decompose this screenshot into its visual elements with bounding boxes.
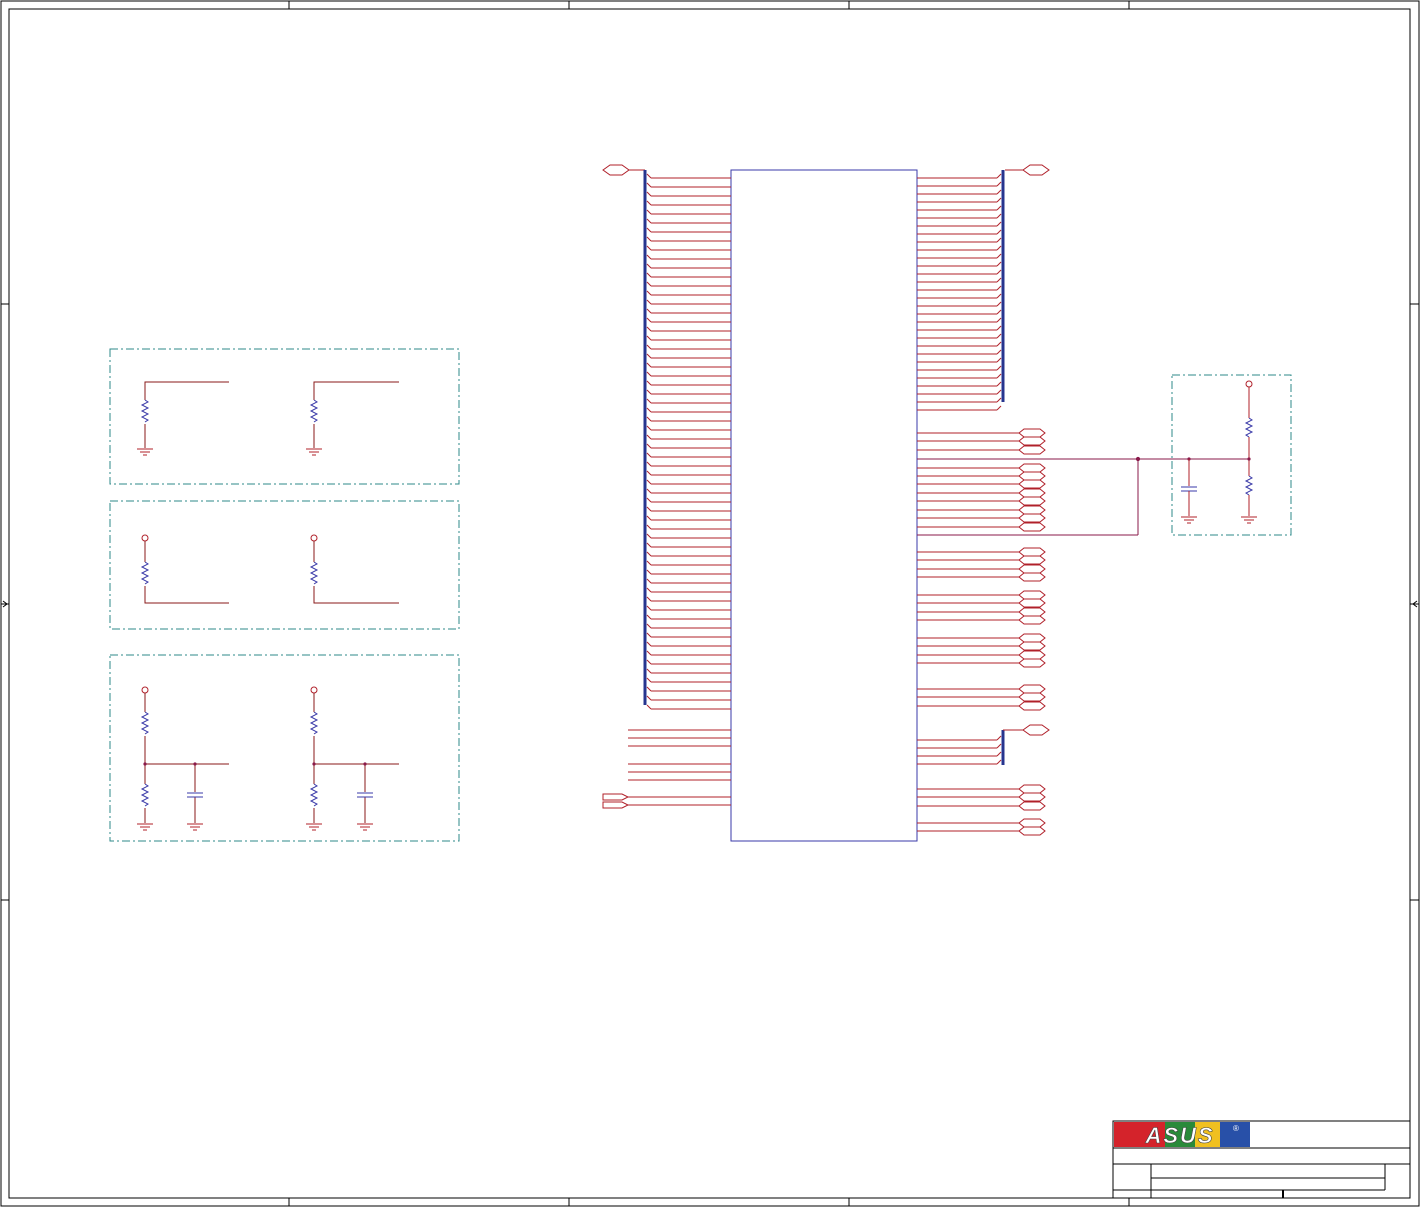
off-page-connector [1018, 684, 1046, 694]
off-page-connector [1018, 428, 1046, 438]
ground-symbol [1181, 516, 1197, 524]
lower-left-port [602, 793, 630, 809]
off-page-connector [1018, 590, 1046, 600]
resistor-symbol [309, 783, 319, 807]
resistor-symbol [140, 561, 150, 585]
off-page-connector [1018, 650, 1046, 660]
off-page-connector [1018, 615, 1046, 625]
resistor-symbol [140, 399, 150, 423]
off-page-connector [1018, 564, 1046, 574]
off-page-connector [1018, 598, 1046, 608]
pullup-group [109, 500, 460, 630]
off-page-connector [1018, 479, 1046, 489]
off-page-connector [1018, 633, 1046, 643]
right-lower-bus [917, 724, 1050, 765]
off-page-connector [1018, 496, 1046, 506]
off-page-connector [1018, 701, 1046, 711]
asus-logo: ASUS ® [1114, 1122, 1250, 1148]
registered-mark: ® [1233, 1124, 1239, 1133]
off-page-connector [1018, 826, 1046, 836]
off-page-connector [1018, 445, 1046, 455]
off-page-connector [1018, 471, 1046, 481]
off-page-connector [1018, 692, 1046, 702]
off-page-connector [1018, 547, 1046, 557]
off-page-connector [1018, 505, 1046, 515]
pulldown-group [109, 348, 460, 485]
off-page-connector [1018, 555, 1046, 565]
ground-symbol [137, 448, 153, 456]
right-divider-group [1171, 374, 1292, 536]
right-bus-port [1005, 164, 1050, 176]
off-page-connector [1018, 463, 1046, 473]
off-page-connector [1018, 641, 1046, 651]
resistor-symbol [309, 711, 319, 735]
off-page-connector [1018, 784, 1046, 794]
right-bus-pins [917, 173, 1002, 411]
ground-symbol [306, 448, 322, 456]
left-bus-pins [646, 173, 731, 710]
off-page-connector [1018, 792, 1046, 802]
resistor-symbol [1244, 417, 1254, 438]
off-page-connector [1018, 522, 1046, 532]
off-page-connector [1018, 572, 1046, 582]
schematic-sheet: ASUS ® [0, 0, 1420, 1207]
resistor-symbol [140, 711, 150, 735]
off-page-connector [1018, 488, 1046, 498]
ground-symbol [137, 823, 373, 831]
main-ic-body [730, 169, 918, 842]
logo-text: ASUS [1144, 1123, 1214, 1148]
divider-cap-group [109, 654, 460, 842]
off-page-connector [1018, 513, 1046, 523]
off-page-connector [1018, 818, 1046, 828]
resistor-symbol [309, 561, 319, 585]
resistor-symbol [140, 783, 150, 807]
left-bus-port [602, 164, 645, 176]
off-page-connector [1018, 607, 1046, 617]
resistor-symbol [1244, 475, 1254, 496]
right-port-connectors [917, 428, 1046, 836]
ground-symbol [1241, 516, 1257, 524]
off-page-connector [1018, 801, 1046, 811]
resistor-symbol [309, 399, 319, 423]
off-page-connector [1018, 436, 1046, 446]
divider-net [917, 456, 1249, 536]
lower-left-nets [628, 729, 731, 806]
off-page-connector [1018, 658, 1046, 668]
